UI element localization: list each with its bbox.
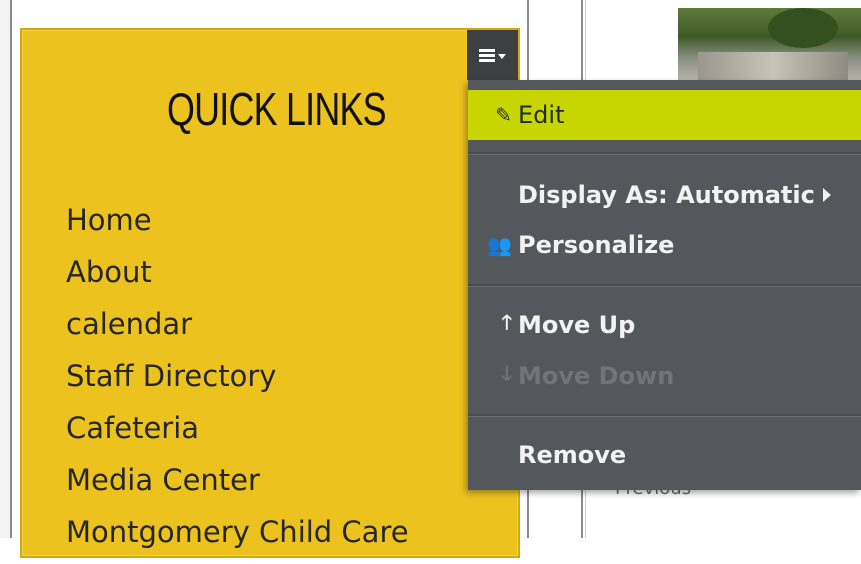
pencil-icon: ✎ — [495, 103, 512, 127]
menu-item-edit[interactable]: ✎ Edit — [468, 90, 861, 140]
menu-item-edit-label: Edit — [518, 101, 565, 129]
context-menu: ✎ Edit Display As: Automatic 👥 Personali… — [468, 80, 861, 490]
menu-divider — [468, 414, 861, 417]
quick-link-cafeteria[interactable]: Cafeteria — [66, 408, 409, 460]
users-icon: 👥 — [487, 233, 512, 257]
menu-item-personalize[interactable]: 👥 Personalize — [468, 222, 861, 268]
menu-item-move-up[interactable]: 🡑 Move Up — [468, 302, 861, 348]
quick-link-about[interactable]: About — [66, 252, 409, 304]
menu-item-personalize-label: Personalize — [518, 231, 675, 259]
quick-links-title: QUICK LINKS — [167, 83, 387, 135]
quick-links-panel: QUICK LINKS Home About calendar Staff Di… — [20, 28, 520, 558]
quick-link-media-center[interactable]: Media Center — [66, 460, 409, 512]
hamburger-menu-icon — [479, 48, 495, 62]
menu-divider — [468, 152, 861, 155]
menu-item-remove-label: Remove — [518, 441, 627, 469]
menu-item-move-down: 🡓 Move Down — [468, 353, 861, 399]
menu-item-display-as-label: Display As: Automatic — [518, 181, 815, 209]
arrow-down-icon: 🡓 — [501, 361, 512, 385]
menu-item-display-as[interactable]: Display As: Automatic — [468, 172, 861, 218]
quick-link-calendar[interactable]: calendar — [66, 304, 409, 356]
quick-link-home[interactable]: Home — [66, 200, 409, 252]
menu-item-move-down-label: Move Down — [518, 362, 675, 390]
quick-link-montgomery-child-care[interactable]: Montgomery Child Care — [66, 512, 409, 564]
menu-item-move-up-label: Move Up — [518, 311, 636, 339]
quick-link-staff-directory[interactable]: Staff Directory — [66, 356, 409, 408]
arrow-up-icon: 🡑 — [501, 310, 512, 334]
menu-divider — [468, 284, 861, 287]
menu-toggle-button[interactable] — [467, 30, 518, 80]
menu-item-remove[interactable]: Remove — [468, 432, 861, 478]
column-divider — [10, 0, 12, 538]
school-photo — [678, 8, 861, 80]
chevron-down-icon — [498, 53, 506, 59]
chevron-right-icon — [822, 188, 831, 202]
quick-links-list: Home About calendar Staff Directory Cafe… — [66, 200, 409, 564]
